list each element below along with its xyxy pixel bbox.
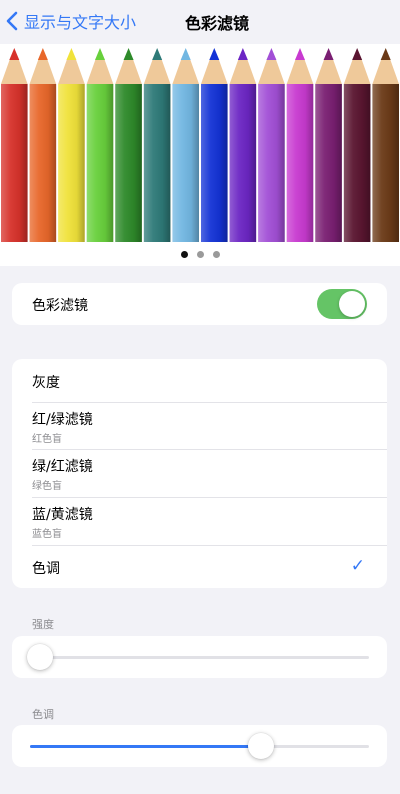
filter-option-title: 红/绿滤镜 — [32, 412, 93, 428]
intensity-slider-card — [12, 636, 387, 678]
pencil — [315, 48, 342, 242]
hue-slider-thumb[interactable] — [247, 733, 274, 759]
filter-options-list: 灰度 红/绿滤镜 红色盲 绿/红滤镜 绿色盲 蓝/黄滤镜 蓝色盲 色调 ✓ — [12, 359, 387, 588]
hue-slider-track[interactable] — [30, 733, 369, 759]
page-dot[interactable] — [196, 250, 204, 258]
filter-option-grayscale[interactable]: 灰度 — [12, 359, 387, 402]
pencil — [343, 48, 371, 242]
switch-knob — [339, 291, 365, 317]
pencil — [372, 48, 399, 242]
pencil — [1, 48, 28, 242]
pencil — [86, 48, 114, 242]
filter-option-deuteranopia[interactable]: 绿/红滤镜 绿色盲 — [12, 450, 387, 497]
filter-option-subtitle: 红色盲 — [32, 434, 62, 445]
navigation-bar: 显示与文字大小 色彩滤镜 — [0, 0, 400, 44]
color-pencils-preview[interactable] — [0, 44, 400, 242]
filter-option-title: 色调 — [32, 561, 60, 577]
pencils-illustration — [1, 48, 399, 242]
hue-slider-fill — [30, 745, 261, 748]
pencil — [172, 48, 199, 242]
pencil — [58, 48, 85, 242]
pencil — [143, 48, 171, 242]
filter-option-protanopia[interactable]: 红/绿滤镜 红色盲 — [12, 403, 387, 449]
filter-option-title: 蓝/黄滤镜 — [32, 507, 93, 523]
pencil — [29, 48, 57, 242]
pencil — [201, 48, 228, 242]
color-filters-toggle-row: 色彩滤镜 — [12, 283, 387, 325]
intensity-slider-track[interactable] — [27, 644, 369, 670]
hue-section-label: 色调 — [32, 708, 54, 721]
color-filters-switch[interactable] — [317, 289, 367, 319]
page-title: 色彩滤镜 — [184, 14, 249, 33]
filter-option-subtitle: 蓝色盲 — [32, 529, 62, 540]
filter-option-subtitle: 绿色盲 — [32, 481, 62, 492]
filter-option-title: 灰度 — [32, 375, 60, 391]
filter-option-color-tint[interactable]: 色调 ✓ — [12, 546, 387, 588]
hue-slider-card — [12, 725, 387, 767]
filter-option-tritanopia[interactable]: 蓝/黄滤镜 蓝色盲 — [12, 498, 387, 545]
filter-option-title: 绿/红滤镜 — [32, 459, 93, 475]
pencil — [286, 48, 314, 242]
pencil — [229, 48, 257, 242]
pencil — [115, 48, 142, 242]
page-dot[interactable] — [212, 250, 220, 258]
intensity-slider-thumb[interactable] — [27, 644, 54, 670]
checkmark-icon: ✓ — [350, 556, 365, 576]
intensity-section-label: 强度 — [32, 618, 54, 631]
color-filters-label: 色彩滤镜 — [32, 298, 88, 314]
pencil — [258, 48, 285, 242]
page-dot[interactable] — [180, 250, 188, 258]
page-indicator[interactable] — [0, 242, 400, 266]
